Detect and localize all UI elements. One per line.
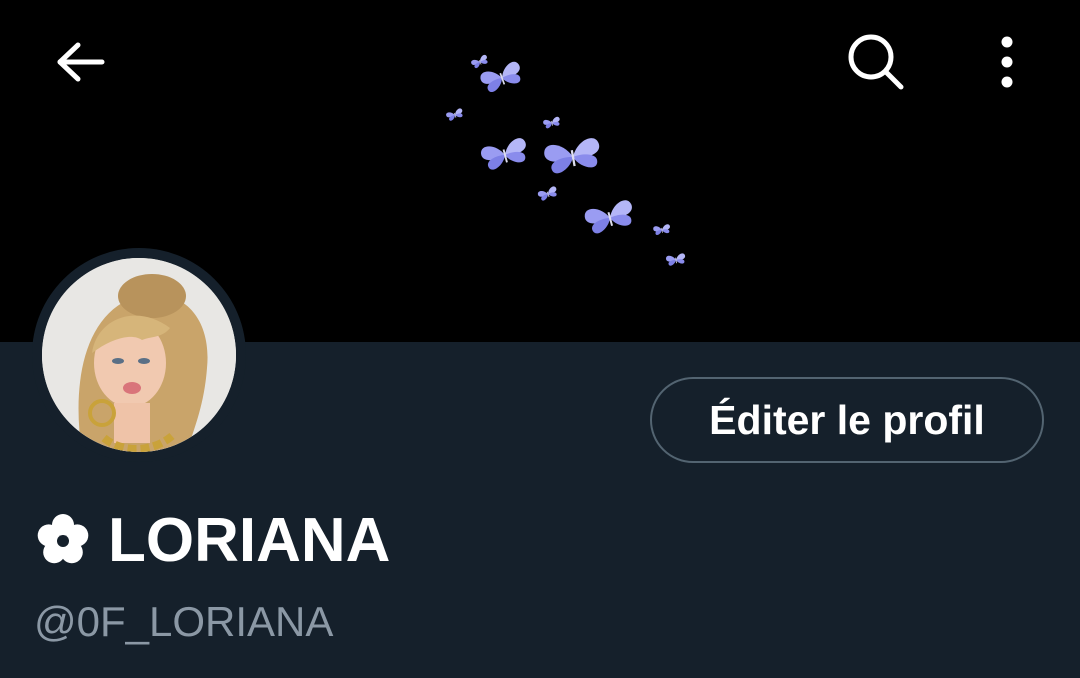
edit-profile-button[interactable]: Éditer le profil	[650, 377, 1044, 463]
avatar-image	[42, 258, 236, 452]
back-button[interactable]	[42, 28, 118, 96]
more-vertical-icon	[1001, 36, 1013, 88]
more-options-button[interactable]	[976, 26, 1038, 98]
flower-icon	[37, 514, 89, 564]
avatar[interactable]	[32, 248, 246, 462]
display-name-text: LORIANA	[108, 505, 391, 575]
search-icon	[848, 34, 904, 90]
display-name: LORIANA	[34, 504, 390, 576]
user-handle: @0F_LORIANA	[34, 598, 334, 645]
arrow-left-icon	[57, 42, 105, 82]
search-button[interactable]	[838, 24, 914, 100]
